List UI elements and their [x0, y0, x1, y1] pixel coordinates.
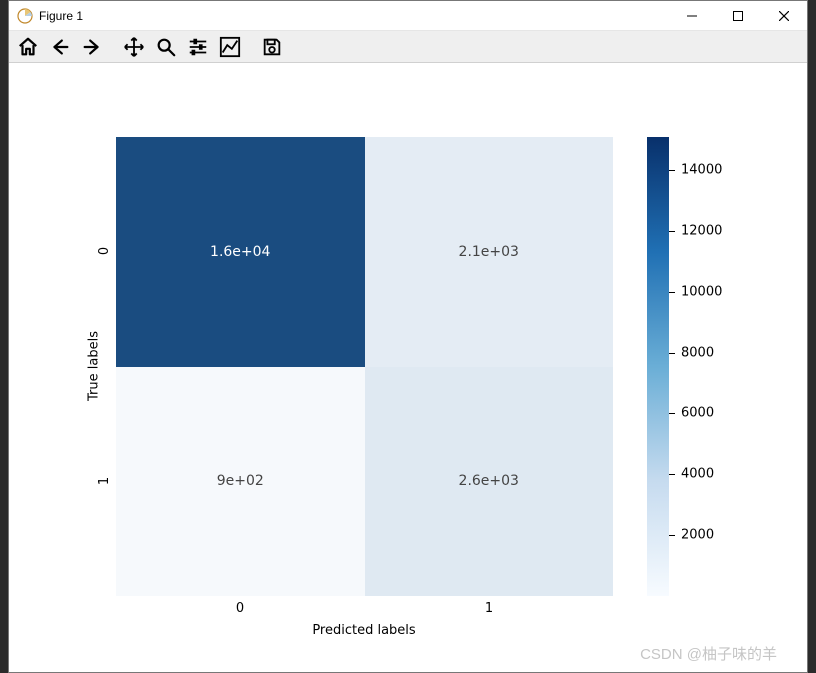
xtick-0: 0: [236, 601, 244, 616]
ctick-2000: 2000: [681, 528, 714, 543]
window-title: Figure 1: [39, 9, 83, 23]
titlebar: Figure 1: [9, 1, 807, 31]
colorbar: [647, 137, 669, 596]
figure-window: Figure 1: [8, 0, 808, 673]
pan-button[interactable]: [119, 33, 149, 61]
forward-button[interactable]: [77, 33, 107, 61]
ctick-mark: [669, 535, 675, 536]
maximize-button[interactable]: [715, 1, 761, 31]
cell-1-0: 9e+02: [116, 367, 365, 597]
ytick-0: 0: [97, 247, 112, 255]
ctick-14000: 14000: [681, 163, 722, 178]
zoom-button[interactable]: [151, 33, 181, 61]
ctick-mark: [669, 353, 675, 354]
back-button[interactable]: [45, 33, 75, 61]
csdn-watermark: CSDN @柚子味的羊: [640, 643, 777, 664]
ytick-1: 1: [97, 477, 112, 485]
subplots-button[interactable]: [183, 33, 213, 61]
minimize-button[interactable]: [669, 1, 715, 31]
xtick-1: 1: [485, 601, 493, 616]
axes-button[interactable]: [215, 33, 245, 61]
ctick-4000: 4000: [681, 467, 714, 482]
ctick-mark: [669, 413, 675, 414]
ctick-mark: [669, 292, 675, 293]
ctick-6000: 6000: [681, 406, 714, 421]
matplotlib-icon: [17, 8, 33, 24]
ctick-10000: 10000: [681, 285, 722, 300]
ctick-12000: 12000: [681, 224, 722, 239]
cell-0-1: 2.1e+03: [365, 137, 614, 367]
heatmap: 1.6e+04 2.1e+03 9e+02 2.6e+03: [116, 137, 613, 596]
ctick-8000: 8000: [681, 346, 714, 361]
save-button[interactable]: [257, 33, 287, 61]
close-button[interactable]: [761, 1, 807, 31]
ctick-mark: [669, 474, 675, 475]
ctick-mark: [669, 231, 675, 232]
ctick-mark: [669, 170, 675, 171]
x-axis-label: Predicted labels: [312, 623, 415, 638]
home-button[interactable]: [13, 33, 43, 61]
cell-0-0: 1.6e+04: [116, 137, 365, 367]
toolbar: [9, 31, 807, 63]
plot-canvas: 1.6e+04 2.1e+03 9e+02 2.6e+03 0 1 0 1 Tr…: [9, 63, 807, 672]
y-axis-label: True labels: [86, 331, 101, 401]
cell-1-1: 2.6e+03: [365, 367, 614, 597]
